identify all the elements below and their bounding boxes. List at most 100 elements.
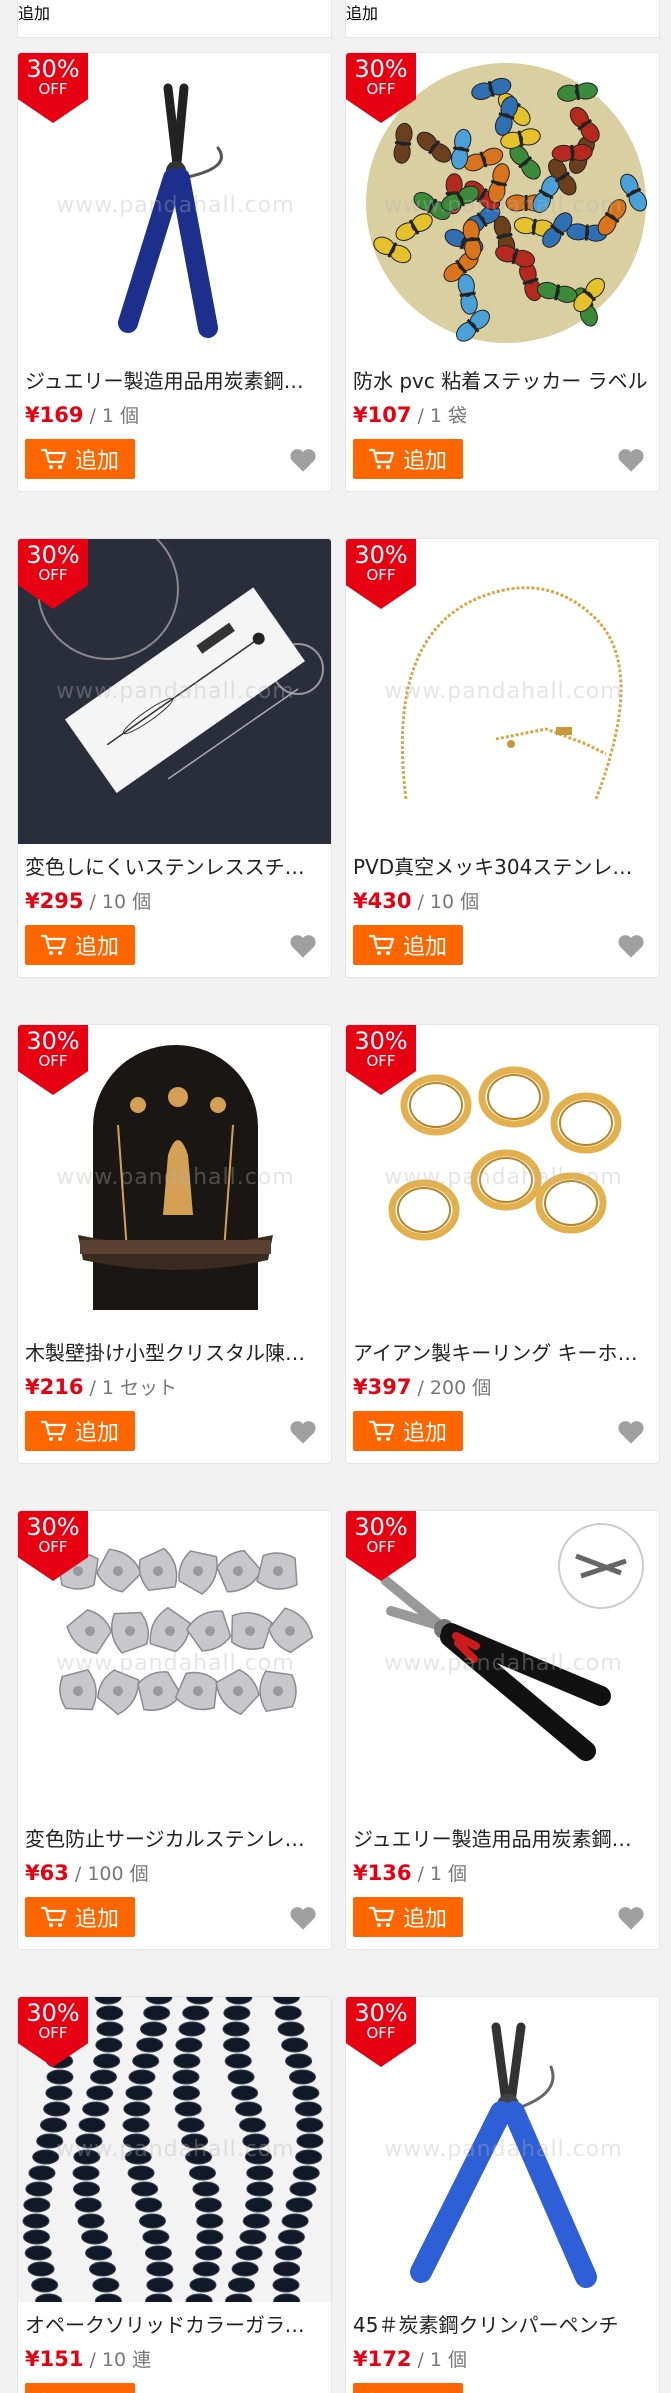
add-button-label: 追加 (403, 2387, 447, 2393)
discount-percent: 30% (354, 1999, 408, 2027)
product-card[interactable]: www.pandahall.com 30% OFF アイアン製キーリング キーホ… (345, 1024, 660, 1464)
price-unit: / 10 連 (83, 2349, 152, 2371)
wooden-shelf-image[interactable]: www.pandahall.com 30% OFF (18, 1025, 331, 1330)
crimper-pliers-image[interactable]: www.pandahall.com 30% OFF (346, 1997, 659, 2302)
discount-off-label: OFF (38, 2024, 68, 2042)
product-title[interactable]: ジュエリー製造用品用炭素鋼ペンチ (353, 1823, 649, 1852)
add-to-cart-button[interactable]: 追加 (25, 925, 135, 965)
product-card[interactable]: www.pandahall.com 30% OFF オペークソリッドカラーガラス… (17, 1996, 332, 2393)
price-line: ¥172 / 1 個 (353, 2345, 467, 2372)
discount-off-label: OFF (38, 1538, 68, 1556)
product-title[interactable]: オペークソリッドカラーガラスビーズ (25, 2309, 321, 2338)
product-card[interactable]: www.pandahall.com 30% OFF ジュエリー製造用品用炭素鋼ペ… (17, 52, 332, 492)
favorite-heart-icon[interactable] (617, 1419, 645, 1445)
price-line: ¥430 / 10 個 (353, 887, 479, 914)
cart-icon (40, 934, 67, 955)
product-card[interactable]: www.pandahall.com 30% OFF 木製壁掛け小型クリスタル陳列… (17, 1024, 332, 1464)
beading-needle-image[interactable]: www.pandahall.com 30% OFF (18, 539, 331, 844)
add-to-cart-button[interactable]: 追加 (353, 1897, 463, 1937)
product-price: ¥151 (25, 2347, 84, 2371)
favorite-heart-icon[interactable] (289, 1419, 317, 1445)
add-to-cart-button[interactable]: 追加 (25, 2383, 135, 2393)
watermark-text: www.pandahall.com (56, 193, 295, 218)
gold-rings-image[interactable]: www.pandahall.com 30% OFF (346, 1025, 659, 1330)
watermark-text: www.pandahall.com (56, 2137, 295, 2162)
blue-pliers-image[interactable]: www.pandahall.com 30% OFF (18, 53, 331, 358)
add-to-cart-button[interactable]: 追加 (353, 925, 463, 965)
price-unit: / 10 個 (411, 891, 480, 913)
product-card[interactable]: www.pandahall.com 30% OFF 変色防止サージカルステンレス… (17, 1510, 332, 1950)
add-to-cart-button[interactable]: 追加 (25, 1411, 135, 1451)
add-button-label: 追加 (402, 1421, 447, 1446)
add-to-cart-button[interactable]: 追加 (353, 1411, 463, 1451)
discount-percent: 30% (26, 541, 80, 569)
discount-off-label: OFF (38, 566, 68, 584)
price-line: ¥397 / 200 個 (353, 1373, 491, 1400)
price-unit: / 1 個 (411, 1863, 468, 1885)
favorite-heart-icon[interactable] (617, 1905, 645, 1931)
cart-icon (40, 1906, 67, 1927)
cart-icon (368, 448, 395, 469)
watermark-text: www.pandahall.com (56, 1165, 295, 1190)
cart-icon (40, 448, 67, 469)
product-title[interactable]: PVD真空メッキ304ステンレス鋼ネックレス (353, 851, 649, 880)
gold-chain-image[interactable]: www.pandahall.com 30% OFF (346, 539, 659, 844)
black-pliers-image[interactable]: www.pandahall.com 30% OFF (346, 1511, 659, 1816)
add-button-label: 追加 (74, 935, 119, 960)
add-to-cart-button[interactable]: 追加 (25, 1897, 135, 1937)
discount-percent: 30% (26, 1999, 80, 2027)
price-line: ¥63 / 100 個 (25, 1859, 149, 1886)
price-unit: / 10 個 (83, 891, 152, 913)
price-unit: / 200 個 (411, 1377, 492, 1399)
price-line: ¥151 / 10 連 (25, 2345, 151, 2372)
product-card[interactable]: www.pandahall.com 30% OFF ジュエリー製造用品用炭素鋼ペ… (345, 1510, 660, 1950)
discount-off-label: OFF (366, 2024, 396, 2042)
price-unit: / 100 個 (68, 1863, 149, 1885)
product-price: ¥169 (25, 403, 84, 427)
price-line: ¥107 / 1 袋 (353, 401, 467, 428)
add-to-cart-button[interactable]: 追加 (18, 0, 331, 40)
add-to-cart-button[interactable]: 追加 (353, 439, 463, 479)
add-button-label: 追加 (74, 449, 119, 474)
discount-off-label: OFF (38, 1052, 68, 1070)
cart-icon (40, 1420, 67, 1441)
product-card[interactable]: www.pandahall.com 30% OFF 45＃炭素鋼クリンパーペンチ… (345, 1996, 660, 2393)
favorite-heart-icon[interactable] (617, 447, 645, 473)
butterfly-stickers-image[interactable]: www.pandahall.com 30% OFF (346, 53, 659, 358)
product-card-partial: 追加 (345, 0, 660, 314)
price-unit: / 1 個 (411, 2349, 468, 2371)
ear-nuts-image[interactable]: www.pandahall.com 30% OFF (18, 1511, 331, 1816)
favorite-heart-icon[interactable] (289, 933, 317, 959)
add-to-cart-button[interactable]: 追加 (25, 439, 135, 479)
watermark-text: www.pandahall.com (384, 1651, 623, 1676)
product-title[interactable]: 変色防止サージカルステンレス鋼 (25, 1823, 321, 1852)
favorite-heart-icon[interactable] (617, 933, 645, 959)
product-card[interactable]: www.pandahall.com 30% OFF PVD真空メッキ304ステン… (345, 538, 660, 978)
cart-icon (368, 1906, 395, 1927)
product-title[interactable]: ジュエリー製造用品用炭素鋼ペンチ (25, 365, 321, 394)
discount-off-label: OFF (366, 566, 396, 584)
watermark-text: www.pandahall.com (384, 2137, 623, 2162)
product-title[interactable]: 木製壁掛け小型クリスタル陳列棚 (25, 1337, 321, 1366)
add-to-cart-button[interactable]: 追加 (346, 0, 659, 40)
watermark-text: www.pandahall.com (384, 679, 623, 704)
add-to-cart-button[interactable]: 追加 (353, 2383, 463, 2393)
favorite-heart-icon[interactable] (289, 447, 317, 473)
product-price: ¥216 (25, 1375, 84, 1399)
add-button-label: 追加 (75, 2387, 119, 2393)
favorite-heart-icon[interactable] (289, 1905, 317, 1931)
price-line: ¥169 / 1 個 (25, 401, 139, 428)
product-card[interactable]: www.pandahall.com 30% OFF 防水 pvc 粘着ステッカー… (345, 52, 660, 492)
product-card[interactable]: www.pandahall.com 30% OFF 変色しにくいステンレススチー… (17, 538, 332, 978)
product-title[interactable]: 変色しにくいステンレススチール針 (25, 851, 321, 880)
product-title[interactable]: 45＃炭素鋼クリンパーペンチ (353, 2309, 649, 2338)
black-beads-image[interactable]: www.pandahall.com 30% OFF (18, 1997, 331, 2302)
product-price: ¥63 (25, 1861, 69, 1885)
add-button-label: 追加 (74, 1421, 119, 1446)
price-unit: / 1 セット (83, 1377, 178, 1399)
watermark-text: www.pandahall.com (56, 1651, 295, 1676)
discount-off-label: OFF (38, 80, 68, 98)
product-title[interactable]: アイアン製キーリング キーホルダー (353, 1337, 649, 1366)
product-title[interactable]: 防水 pvc 粘着ステッカー ラベル (353, 365, 649, 394)
discount-percent: 30% (354, 541, 408, 569)
